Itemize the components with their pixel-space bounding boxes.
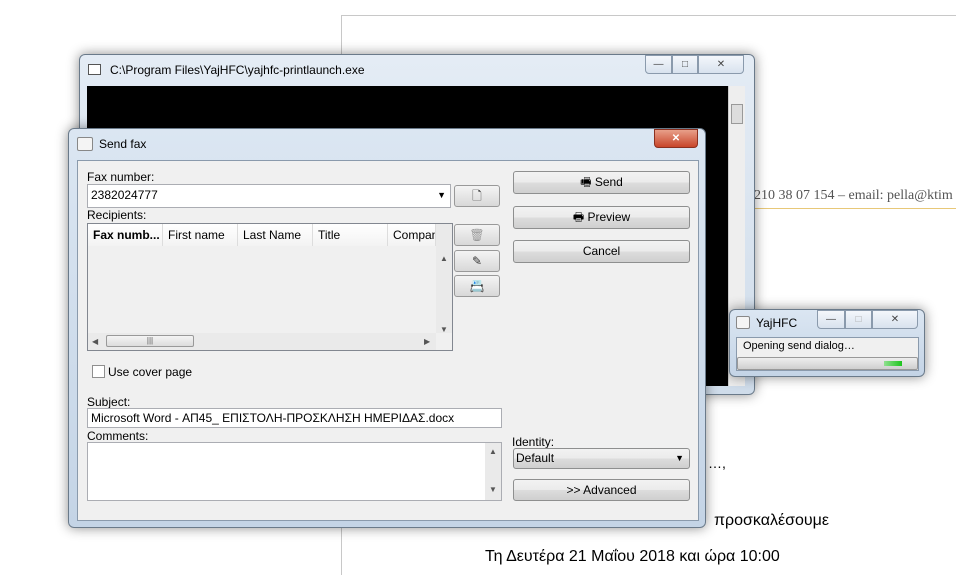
use-cover-page-checkbox[interactable] [92, 365, 105, 378]
delete-recipient-button[interactable]: 🗑 [454, 224, 500, 246]
vertical-scrollbar[interactable]: ▲ ▼ [436, 224, 452, 334]
advanced-button[interactable]: >> Advanced [513, 479, 690, 501]
preview-label: Preview [587, 210, 631, 224]
identity-label: Identity: [512, 435, 555, 449]
console-icon [88, 64, 101, 75]
doc-text: προσκαλέσουμε [714, 512, 829, 529]
preview-icon: 🖶 [572, 210, 588, 224]
maximize-button[interactable]: □ [845, 310, 872, 329]
scrollbar-thumb[interactable]: ||| [106, 335, 194, 347]
address-book-icon: 📇 [469, 279, 485, 293]
doc-text: …, [708, 455, 726, 471]
trash-icon: 🗑 [469, 228, 485, 242]
minimize-button[interactable]: — [817, 310, 845, 329]
progress-title: YajHFC [756, 316, 798, 330]
recipients-label: Recipients: [87, 208, 147, 222]
edit-recipient-button[interactable]: ✎ [454, 250, 500, 272]
new-document-icon: 🗋 [472, 189, 482, 203]
phonebook-button[interactable]: 📇 [454, 275, 500, 297]
progress-indicator [884, 361, 902, 366]
column-header[interactable]: First name [163, 224, 238, 246]
column-header[interactable]: Fax numb... [88, 224, 163, 246]
identity-select[interactable]: Default ▼ [513, 448, 690, 469]
vertical-scrollbar[interactable]: ▲ ▼ [485, 443, 501, 500]
fax-number-value: 2382024777 [91, 188, 158, 202]
preview-button[interactable]: 🖶 Preview [513, 206, 690, 229]
horizontal-scrollbar[interactable]: ◀ ||| ▶ [88, 333, 436, 350]
fax-number-label: Fax number: [87, 170, 155, 184]
column-header[interactable]: Title [313, 224, 388, 246]
subject-input[interactable]: Microsoft Word - ΑΠ45_ ΕΠΙΣΤΟΛΗ-ΠΡΟΣΚΛΗΣ… [87, 408, 502, 428]
close-button[interactable]: ✕ [654, 129, 698, 148]
chevron-down-icon: ▼ [675, 453, 684, 463]
dialog-title: Send fax [99, 137, 147, 151]
identity-value: Default [516, 451, 555, 465]
progress-message: Opening send dialog… [743, 340, 855, 352]
cancel-button[interactable]: Cancel [513, 240, 690, 263]
comments-label: Comments: [87, 429, 149, 443]
send-fax-dialog: Send fax ✕ Fax number: 2382024777 ▼ 🗋 Re… [68, 128, 706, 528]
minimize-button[interactable]: — [645, 55, 672, 74]
doc-divider [754, 208, 956, 209]
column-header[interactable]: Company [388, 224, 436, 246]
chevron-down-icon[interactable]: ▼ [437, 185, 446, 205]
close-button[interactable]: ✕ [872, 310, 918, 329]
use-cover-page-label: Use cover page [108, 365, 193, 379]
add-recipient-button[interactable]: 🗋 [454, 185, 500, 207]
subject-label: Subject: [87, 395, 131, 409]
progress-bar [737, 357, 918, 370]
edit-icon: ✎ [471, 254, 483, 268]
scrollbar-thumb[interactable] [731, 104, 743, 124]
close-button[interactable]: ✕ [698, 55, 744, 74]
send-button[interactable]: 🖷 Send [513, 171, 690, 194]
doc-contact-line: 210 38 07 154 – email: pella@ktim [754, 188, 953, 203]
console-title: C:\Program Files\YajHFC\yajhfc-printlaun… [110, 63, 365, 77]
printer-icon [736, 316, 750, 329]
send-label: Send [594, 175, 623, 189]
column-header[interactable]: Last Name [238, 224, 313, 246]
comments-textarea[interactable]: ▲ ▼ [87, 442, 502, 501]
fax-number-combobox[interactable]: 2382024777 ▼ [87, 184, 451, 208]
doc-text: Τη Δευτέρα 21 Μαΐου 2018 και ώρα 10:00 [485, 548, 780, 565]
recipients-table[interactable]: Fax numb... First name Last Name Title C… [87, 223, 453, 351]
printer-icon [77, 137, 93, 151]
progress-window: YajHFC — □ ✕ Opening send dialog… [729, 309, 925, 377]
fax-icon: 🖷 [580, 175, 595, 189]
maximize-button[interactable]: □ [672, 55, 698, 74]
